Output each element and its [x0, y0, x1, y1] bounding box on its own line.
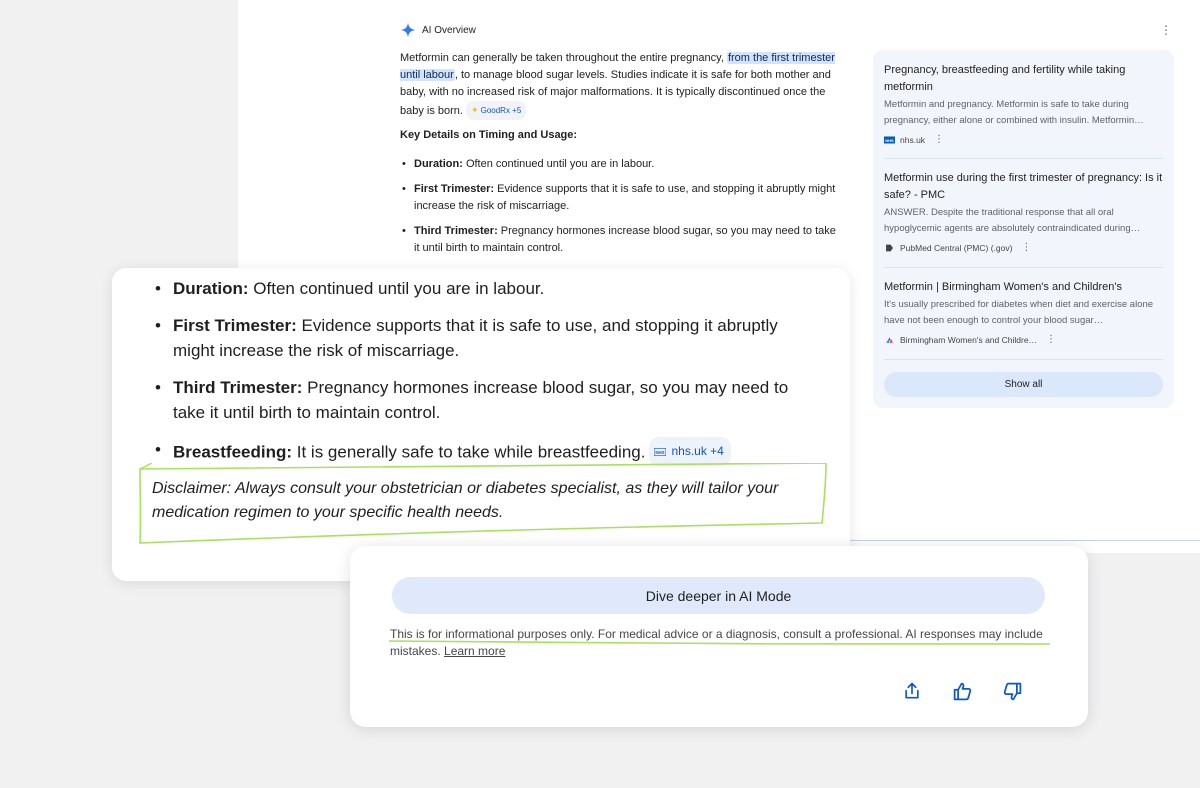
thumbs-down-button[interactable]	[1000, 679, 1024, 703]
share-icon	[905, 682, 919, 699]
show-all-button[interactable]: Show all	[884, 372, 1163, 397]
pmc-logo-icon	[886, 244, 893, 251]
list-item: Duration: Often continued until you are …	[152, 276, 802, 301]
zoomed-footer-card: Dive deeper in AI Mode This is for infor…	[350, 546, 1088, 727]
svg-text:NHS: NHS	[656, 449, 665, 454]
share-button[interactable]	[900, 679, 924, 703]
list-item: Breastfeeding: It is generally safe to t…	[152, 437, 802, 466]
more-vert-icon[interactable]: ⋮	[934, 134, 944, 145]
zoomed-details-card: Duration: Often continued until you are …	[112, 268, 850, 581]
thumbs-up-button[interactable]	[950, 679, 974, 703]
source-card[interactable]: Metformin use during the first trimester…	[884, 170, 1163, 268]
source-title[interactable]: Metformin | Birmingham Women's and Child…	[884, 279, 1163, 296]
sparkle-icon: ✦	[471, 105, 479, 115]
source-title[interactable]: Metformin use during the first trimester…	[884, 170, 1163, 204]
source-chip[interactable]: ✦ GoodRx +5	[466, 101, 527, 120]
source-meta: PubMed Central (PMC) (.gov) ⋮	[884, 242, 1163, 253]
list-item: Third Trimester: Pregnancy hormones incr…	[152, 375, 802, 425]
list-item: Duration: Often continued until you are …	[400, 156, 840, 173]
divider	[850, 540, 1200, 541]
more-vert-icon[interactable]: ⋮	[1046, 334, 1056, 345]
feedback-actions	[900, 679, 1024, 703]
ai-overview-title: AI Overview	[422, 24, 476, 36]
hand-drawn-underline	[388, 640, 1051, 646]
thumbs-down-icon	[1003, 682, 1021, 700]
zoomed-details-list: Duration: Often continued until you are …	[152, 276, 802, 478]
list-item: First Trimester: Evidence supports that …	[400, 181, 840, 215]
nhs-source-chip[interactable]: NHS nhs.uk +4	[649, 437, 731, 466]
bwc-logo-icon	[886, 336, 893, 343]
more-vert-icon[interactable]: ⋮	[1160, 24, 1172, 36]
key-details-heading: Key Details on Timing and Usage:	[400, 129, 578, 141]
sources-panel: Pregnancy, breastfeeding and fertility w…	[873, 50, 1174, 408]
source-card[interactable]: Metformin | Birmingham Women's and Child…	[884, 279, 1163, 361]
svg-text:NHS: NHS	[885, 137, 894, 142]
disclaimer-box: Disclaimer: Always consult your obstetri…	[138, 463, 828, 545]
divider	[884, 359, 1163, 360]
thumbs-up-icon	[953, 682, 971, 700]
more-vert-icon[interactable]: ⋮	[1021, 242, 1031, 253]
ai-overview-header: AI Overview	[400, 22, 476, 38]
disclaimer-text: Disclaimer: Always consult your obstetri…	[152, 480, 779, 521]
source-title[interactable]: Pregnancy, breastfeeding and fertility w…	[884, 62, 1163, 96]
learn-more-link[interactable]: Learn more	[444, 644, 505, 658]
nhs-logo-icon: NHS	[884, 136, 895, 143]
nhs-logo-icon: NHS	[654, 447, 667, 456]
source-card[interactable]: Pregnancy, breastfeeding and fertility w…	[884, 62, 1163, 159]
source-snippet: It's usually prescribed for diabetes whe…	[884, 299, 1154, 326]
source-meta: Birmingham Women's and Childre… ⋮	[884, 334, 1163, 345]
sparkle-icon	[400, 22, 416, 38]
source-snippet: ANSWER. Despite the traditional response…	[884, 207, 1141, 234]
overview-paragraph: Metformin can generally be taken through…	[400, 50, 848, 120]
source-snippet: Metformin and pregnancy. Metformin is sa…	[884, 99, 1144, 126]
key-details-list: Duration: Often continued until you are …	[400, 156, 840, 265]
dive-deeper-ai-mode-button[interactable]: Dive deeper in AI Mode	[392, 577, 1045, 614]
list-item: Third Trimester: Pregnancy hormones incr…	[400, 223, 840, 257]
source-meta: NHS nhs.uk ⋮	[884, 134, 945, 145]
list-item: First Trimester: Evidence supports that …	[152, 313, 802, 363]
